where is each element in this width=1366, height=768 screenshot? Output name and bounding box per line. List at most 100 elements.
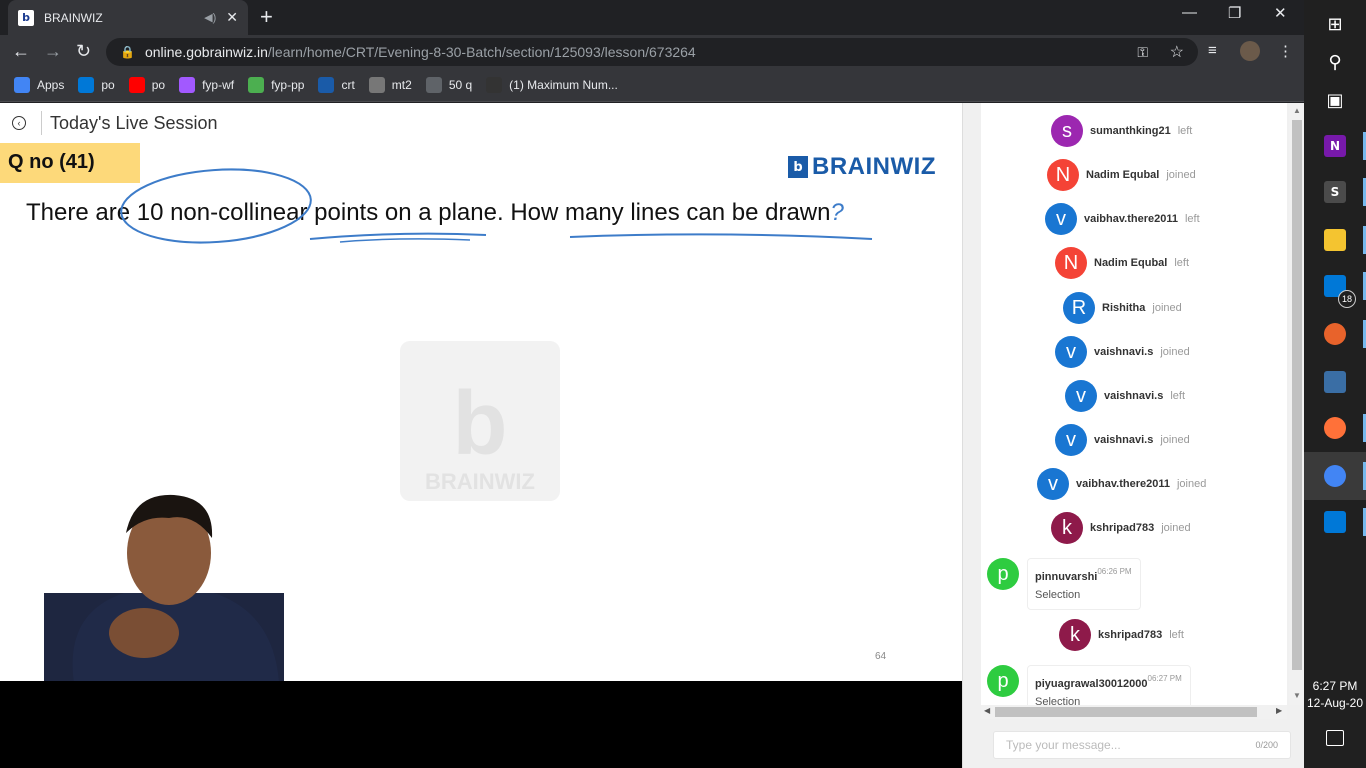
url-path: /learn/home/CRT/Evening-8-30-Batch/secti… (267, 44, 696, 60)
scroll-left-icon[interactable]: ◀ (984, 706, 990, 715)
task-view-icon: ▣ (1326, 89, 1344, 111)
event-user: vaishnavi.s (1094, 434, 1154, 446)
taskbar-item[interactable] (1304, 404, 1366, 452)
screen: b BRAINWIZ ◀) ✕ + — ❐ ✕ ← → ↻ 🔒 online.g… (0, 0, 1366, 768)
event-user: kshripad783 (1098, 629, 1163, 641)
page-header: ‹ Today's Live Session (0, 103, 962, 143)
message-input[interactable] (1006, 738, 1256, 752)
minimize-icon[interactable]: — (1182, 4, 1197, 21)
event-status: left (1174, 257, 1190, 269)
bookmark-item[interactable]: fyp-pp (248, 76, 304, 93)
taskbar-item[interactable] (1304, 498, 1366, 546)
bookmark-label: (1) Maximum Num... (509, 77, 618, 92)
chat-event: N Nadim Equbal left (1055, 247, 1189, 279)
address-bar[interactable]: 🔒 online.gobrainwiz.in/learn/home/CRT/Ev… (106, 38, 1198, 66)
chat-event: v vaishnavi.s left (1065, 380, 1185, 412)
event-status: left (1170, 390, 1186, 402)
bookmark-item[interactable]: (1) Maximum Num... (486, 76, 618, 93)
scroll-right-icon[interactable]: ▶ (1276, 706, 1282, 715)
back-circle-icon[interactable]: ‹ (12, 116, 26, 130)
profile-avatar[interactable] (1240, 41, 1260, 61)
message-time: 06:27 PM (1147, 674, 1182, 683)
message-composer: 0/200 (993, 731, 1291, 759)
taskbar-item[interactable] (1304, 358, 1366, 406)
event-status: joined (1152, 302, 1182, 314)
browser-tab[interactable]: b BRAINWIZ ◀) ✕ (8, 0, 248, 35)
taskbar-item[interactable]: N (1304, 122, 1366, 170)
chat-scroll-thumb[interactable] (1292, 120, 1302, 670)
forward-arrow-icon[interactable]: → (44, 41, 62, 62)
bookmark-item[interactable]: 50 q (425, 76, 472, 93)
bookmark-item[interactable]: po (128, 76, 166, 93)
scroll-up-icon[interactable]: ▲ (1293, 106, 1301, 115)
chat-event: R Rishitha joined (1063, 292, 1182, 324)
brainwiz-watermark: b BRAINWIZ (400, 341, 560, 501)
browser-toolbar: ← → ↻ 🔒 online.gobrainwiz.in/learn/home/… (0, 35, 1304, 68)
chat-hscroll-thumb[interactable] (995, 707, 1257, 717)
bookmark-star-icon[interactable]: ☆ (1170, 42, 1184, 62)
underline-annotation-2 (339, 238, 471, 243)
taskbar-item[interactable] (1304, 216, 1366, 264)
avatar: v (1065, 380, 1097, 412)
bookmark-item[interactable]: fyp-wf (179, 76, 234, 93)
close-tab-icon[interactable]: ✕ (226, 9, 238, 26)
menu-kebab-icon[interactable]: ⋮ (1278, 42, 1293, 60)
chat-feed[interactable]: s sumanthking21 left N Nadim Equbal joined v va… (981, 103, 1287, 705)
presenter-video (44, 494, 284, 681)
bookmark-label: crt (341, 77, 355, 92)
header-divider (41, 111, 42, 135)
tab-title: BRAINWIZ (44, 10, 103, 25)
scroll-down-icon[interactable]: ▼ (1293, 691, 1301, 700)
key-icon[interactable]: ⚿ (1137, 44, 1148, 61)
chat-message: p piyuagrawal3001200006:27 PM Selection (987, 665, 1191, 705)
underline-annotation-3 (569, 233, 873, 240)
chat-vertical-scrollbar[interactable]: ▲ ▼ (1289, 103, 1305, 705)
chat-event: v vaibhav.there2011 left (1045, 203, 1200, 235)
avatar: v (1037, 468, 1069, 500)
event-status: joined (1160, 346, 1190, 358)
taskbar-item[interactable]: ▣ (1304, 76, 1366, 124)
chat-panel: s sumanthking21 left N Nadim Equbal joined v va… (962, 103, 1305, 768)
clock-date: 12-Aug-20 (1306, 696, 1364, 710)
action-center-icon[interactable] (1326, 730, 1344, 746)
avatar: v (1045, 203, 1077, 235)
bookmark-item[interactable]: po (78, 76, 115, 93)
reload-icon[interactable]: ↻ (76, 41, 91, 62)
avatar: v (1055, 336, 1087, 368)
restore-icon[interactable]: ❐ (1228, 4, 1241, 22)
media-control-icon[interactable]: ≡ (1208, 42, 1217, 59)
taskbar-item[interactable]: 18 (1304, 262, 1366, 310)
lesson-slide: Q no (41) b BRAINWIZ There are 10 non-co… (0, 143, 962, 681)
bookmark-label: po (151, 77, 166, 92)
page-title: Today's Live Session (50, 112, 218, 133)
watermark-b-icon: b (452, 374, 508, 474)
lock-icon[interactable]: 🔒 (120, 45, 135, 59)
chat-horizontal-scrollbar[interactable]: ◀ ▶ (981, 705, 1287, 719)
avatar: s (1051, 115, 1083, 147)
chat-event: k kshripad783 left (1059, 619, 1184, 651)
back-arrow-icon[interactable]: ← (12, 41, 30, 62)
chrome-icon (1324, 465, 1346, 487)
chat-event: N Nadim Equbal joined (1047, 159, 1196, 191)
taskbar-item[interactable] (1304, 310, 1366, 358)
avatar: k (1051, 512, 1083, 544)
tab-strip: b BRAINWIZ ◀) ✕ + — ❐ ✕ (0, 0, 1304, 35)
taskbar-item[interactable] (1304, 452, 1366, 500)
message-time: 06:26 PM (1097, 567, 1132, 576)
bookmark-item[interactable]: crt (318, 76, 355, 93)
new-tab-plus-icon[interactable]: + (260, 4, 273, 30)
event-user: Nadim Equbal (1094, 257, 1168, 269)
bookmark-label: mt2 (391, 77, 412, 92)
speaker-icon[interactable]: ◀) (204, 11, 216, 24)
event-status: left (1177, 125, 1193, 137)
brainwiz-icon (318, 76, 335, 93)
system-clock[interactable]: 6:27 PM 12-Aug-20 (1304, 678, 1366, 712)
bookmark-item[interactable]: mt2 (368, 76, 412, 93)
apps-grid-icon (14, 76, 30, 93)
edge-icon (78, 76, 95, 93)
message-text: Selection (1035, 696, 1081, 705)
notification-badge: 18 (1338, 290, 1356, 308)
taskbar-item[interactable]: S (1304, 168, 1366, 216)
bookmark-item[interactable]: Apps (14, 76, 64, 93)
close-window-icon[interactable]: ✕ (1274, 4, 1287, 22)
